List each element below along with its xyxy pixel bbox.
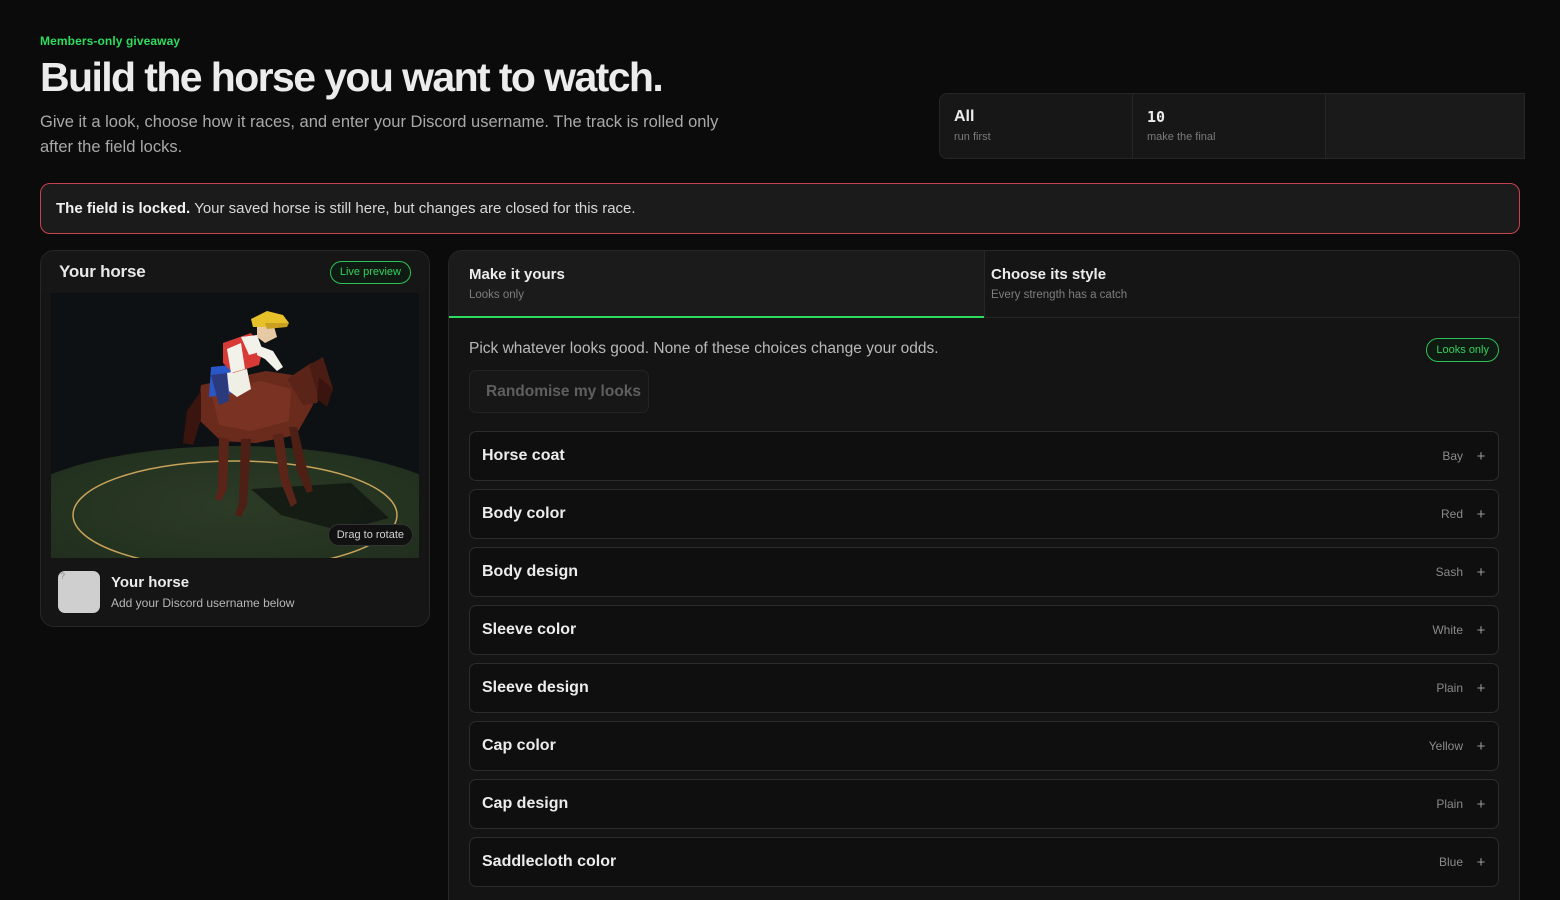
plus-icon: + xyxy=(1476,563,1486,581)
horse-3d-viewport[interactable]: Drag to rotate xyxy=(51,293,419,558)
tab-title: Make it yours xyxy=(469,266,565,283)
option-sleeve-color[interactable]: Sleeve color White + xyxy=(469,605,1499,655)
plus-icon: + xyxy=(1476,737,1486,755)
option-value: Bay xyxy=(1442,449,1463,463)
owner-hint: Add your Discord username below xyxy=(111,596,295,610)
plus-icon: + xyxy=(1476,621,1486,639)
horse-preview-card: Your horse Live preview Drag to rotate ?… xyxy=(40,250,430,627)
randomise-looks-button[interactable]: Randomise my looks xyxy=(469,370,649,413)
tab-choose-its-style[interactable]: Choose its style Every strength has a ca… xyxy=(984,251,1519,317)
option-body-color[interactable]: Body color Red + xyxy=(469,489,1499,539)
option-saddlecloth-color[interactable]: Saddlecloth color Blue + xyxy=(469,837,1499,887)
option-value: Plain xyxy=(1436,797,1463,811)
plus-icon: + xyxy=(1476,447,1486,465)
stat-empty-slot xyxy=(1326,94,1524,158)
looks-section: Pick whatever looks good. None of these … xyxy=(449,318,1519,887)
horse-card-title: Your horse xyxy=(59,262,146,281)
stat-label: run first xyxy=(954,131,991,143)
option-label: Body color xyxy=(482,505,566,522)
option-label: Cap color xyxy=(482,737,556,754)
tab-subtitle: Looks only xyxy=(469,289,524,301)
option-value: Red xyxy=(1440,507,1463,521)
option-label: Horse coat xyxy=(482,447,565,464)
option-body-design[interactable]: Body design Sash + xyxy=(469,547,1499,597)
option-label: Sleeve color xyxy=(482,621,577,638)
customize-tabs: Make it yours Looks only Choose its styl… xyxy=(449,251,1519,318)
plus-icon: + xyxy=(1476,679,1486,697)
avatar-placeholder-glyph: ? xyxy=(60,571,66,581)
option-label: Sleeve design xyxy=(482,679,589,696)
stat-value: 10 xyxy=(1147,108,1166,126)
locked-alert: The field is locked. Your saved horse is… xyxy=(40,183,1520,234)
option-label: Saddlecloth color xyxy=(482,853,617,870)
option-value: Sash xyxy=(1435,565,1463,579)
horse-render xyxy=(51,293,419,558)
option-sleeve-design[interactable]: Sleeve design Plain + xyxy=(469,663,1499,713)
customize-panel: Make it yours Looks only Choose its styl… xyxy=(448,250,1520,900)
plus-icon: + xyxy=(1476,853,1486,871)
looks-intro: Pick whatever looks good. None of these … xyxy=(469,340,939,357)
drag-to-rotate-hint: Drag to rotate xyxy=(327,524,413,546)
tab-make-it-yours[interactable]: Make it yours Looks only xyxy=(449,251,985,318)
tab-title: Choose its style xyxy=(991,266,1107,283)
option-cap-design[interactable]: Cap design Plain + xyxy=(469,779,1499,829)
horse-card-header: Your horse Live preview xyxy=(41,251,429,293)
looks-options-list: Horse coat Bay + Body color Red + Body d… xyxy=(469,431,1499,887)
plus-icon: + xyxy=(1476,505,1486,523)
eyebrow-label: Members-only giveaway xyxy=(40,34,181,48)
option-label: Body design xyxy=(482,563,579,580)
stat-label: make the final xyxy=(1147,131,1216,143)
stat-run-first: All run first xyxy=(940,94,1133,158)
option-value: Blue xyxy=(1438,855,1463,869)
avatar: ? xyxy=(58,571,100,613)
option-value: Plain xyxy=(1436,681,1463,695)
tab-subtitle: Every strength has a catch xyxy=(991,289,1128,301)
owner-row: ? Your horse Add your Discord username b… xyxy=(41,558,429,626)
option-value: White xyxy=(1432,623,1463,637)
alert-strong: The field is locked. xyxy=(56,200,191,217)
stat-value: All xyxy=(954,108,975,125)
option-label: Cap design xyxy=(482,795,569,812)
alert-text: Your saved horse is still here, but chan… xyxy=(194,200,636,217)
page-subtitle: Give it a look, choose how it races, and… xyxy=(40,113,719,156)
stats-strip: All run first 10 make the final xyxy=(939,93,1525,159)
option-value: Yellow xyxy=(1428,739,1463,753)
stat-make-final: 10 make the final xyxy=(1133,94,1326,158)
option-cap-color[interactable]: Cap color Yellow + xyxy=(469,721,1499,771)
live-preview-badge: Live preview xyxy=(329,260,411,284)
plus-icon: + xyxy=(1476,795,1486,813)
page-title: Build the horse you want to watch. xyxy=(40,54,664,100)
owner-name: Your horse xyxy=(111,574,190,591)
option-horse-coat[interactable]: Horse coat Bay + xyxy=(469,431,1499,481)
owner-text: Your horse Add your Discord username bel… xyxy=(111,574,294,610)
looks-only-badge: Looks only xyxy=(1426,338,1499,362)
